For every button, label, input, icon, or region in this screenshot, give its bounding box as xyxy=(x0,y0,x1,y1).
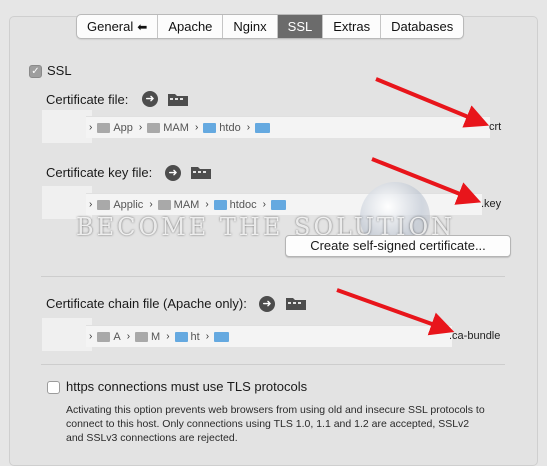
tab-bar: General ⬅ Apache Nginx SSL Extras Databas… xyxy=(76,14,465,39)
tab-databases[interactable]: Databases xyxy=(381,15,463,38)
annotation-arrow xyxy=(336,288,455,336)
annotation-arrows xyxy=(336,77,490,336)
tab-nginx[interactable]: Nginx xyxy=(223,15,278,38)
tab-label: Extras xyxy=(333,19,371,34)
tab-ssl[interactable]: SSL xyxy=(277,15,324,38)
tab-label: Nginx xyxy=(233,19,267,34)
back-arrow-icon: ⬅ xyxy=(137,20,148,34)
tab-label: Databases xyxy=(391,19,454,34)
tab-apache[interactable]: Apache xyxy=(158,15,224,38)
tab-label: Apache xyxy=(168,19,213,34)
tab-label: General xyxy=(87,19,134,34)
tab-extras[interactable]: Extras xyxy=(323,15,382,38)
annotation-arrow xyxy=(375,77,490,128)
tab-general[interactable]: General ⬅ xyxy=(77,15,159,38)
annotation-arrow xyxy=(371,157,482,205)
tab-label: SSL xyxy=(287,19,313,34)
